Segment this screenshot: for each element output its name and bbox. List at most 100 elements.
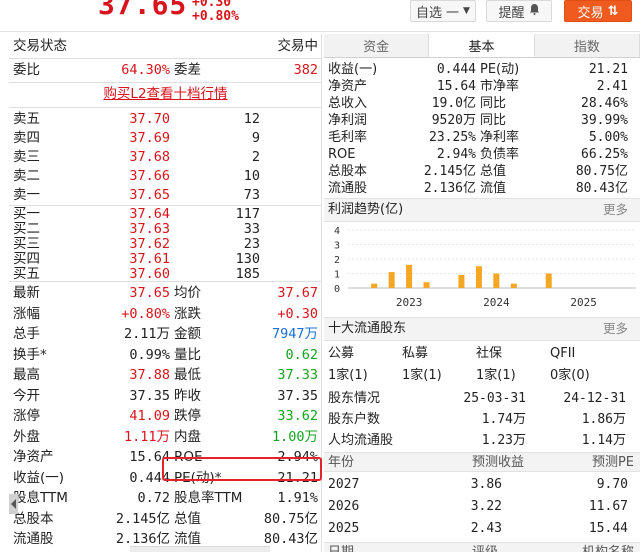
bid-level-label: 买二 — [13, 221, 40, 237]
info-panel: 资金 基本 指数 收益(一) 0.444 PE(动) 21.21 净资产 15.64 市净率… — [324, 34, 640, 552]
stat-label: 股息率TTM — [174, 490, 243, 506]
bid-volume: 33 — [243, 221, 260, 237]
watchlist-button[interactable]: 自选 一 ▼ — [410, 0, 476, 22]
ask-level-label: 卖一 — [13, 187, 40, 203]
stat-value: 7947万 — [271, 326, 318, 342]
holders-type-row: 公募 私募 社保 QFII — [324, 344, 634, 364]
bid-level-label: 买五 — [13, 266, 40, 282]
holders-title: 十大流通股东 — [328, 321, 407, 336]
rating-org-head: 机构名称 — [582, 543, 634, 552]
fund-value: 5.00% — [588, 130, 628, 145]
tab-funds[interactable]: 资金 — [324, 34, 430, 57]
profit-bar — [423, 282, 430, 288]
holder-count: 1家(1) — [476, 368, 516, 383]
bid-level-row[interactable]: 买一 37.64 117 — [9, 207, 322, 222]
collapse-handle[interactable] — [9, 494, 18, 514]
y-tick-label: 0 — [334, 284, 340, 295]
y-tick-label: 4 — [334, 226, 340, 237]
tab-index[interactable]: 指数 — [535, 34, 640, 57]
bid-volume: 23 — [243, 236, 260, 252]
holder-info-value: 1.23万 — [481, 433, 526, 448]
quote-stat-row: 涨幅 +0.80% 涨跌 +0.30 — [9, 304, 322, 324]
forecast-eps: 2.43 — [470, 521, 502, 536]
buy-l2-link[interactable]: 购买L2查看十档行情 — [103, 86, 227, 102]
ask-level-row[interactable]: 卖一 37.65 73 — [9, 185, 322, 205]
fund-label: 毛利率 — [328, 130, 368, 145]
holder-info-value: 1.86万 — [581, 412, 626, 427]
bid-level-row[interactable]: 买五 37.60 185 — [9, 267, 322, 282]
profit-bar — [458, 274, 465, 288]
stat-label: 总股本 — [13, 510, 54, 527]
trade-button[interactable]: 交易 ⇅ — [564, 0, 632, 22]
stat-value: 0.99% — [129, 346, 170, 363]
forecast-row: 2026 3.22 11.67 — [324, 496, 634, 517]
fund-label: 总值 — [480, 164, 507, 179]
y-tick-label: 1 — [334, 270, 340, 281]
ask-level-row[interactable]: 卖五 37.70 12 — [9, 109, 322, 129]
bid-level-row[interactable]: 买四 37.61 130 — [9, 252, 322, 267]
rating-date-head: 日期 — [328, 543, 354, 552]
l2-link-row: 购买L2查看十档行情 — [9, 84, 322, 104]
stat-label: 最高 — [13, 367, 40, 383]
stat-label: 涨停 — [13, 408, 40, 424]
stat-label: 换手* — [13, 346, 47, 363]
rating-header: 日期 评级 机构名称 — [324, 542, 640, 552]
fund-label: PE(动) — [480, 62, 520, 77]
quote-stat-row: 最高 37.88 最低 37.33 — [9, 365, 322, 385]
ask-price: 37.70 — [129, 111, 170, 127]
quote-header: 37.65 +0.30 +0.80% 自选 一 ▼ 提醒 交易 ⇅ — [0, 0, 640, 32]
stat-value: 1.91% — [277, 490, 318, 506]
profit-trend-title: 利润趋势(亿) — [328, 202, 404, 217]
bid-level-row[interactable]: 买二 37.63 33 — [9, 222, 322, 237]
bid-level-label: 买三 — [13, 236, 40, 252]
weicha-value: 382 — [293, 62, 318, 78]
stat-value: 2.145亿 — [115, 510, 170, 527]
fund-label: 净资产 — [328, 79, 368, 94]
fund-value: 80.43亿 — [575, 181, 628, 196]
fundamental-row: 收益(一) 0.444 PE(动) 21.21 — [324, 61, 634, 78]
holder-info-label: 人均流通股 — [328, 433, 394, 448]
fund-value: 9520万 — [431, 113, 476, 128]
weibi-value: 64.30% — [121, 62, 170, 78]
stat-value: 37.33 — [277, 367, 318, 383]
tab-fundamentals[interactable]: 基本 — [429, 34, 535, 57]
bid-volume: 185 — [235, 266, 260, 282]
stat-value: +0.30 — [277, 305, 318, 322]
holders-more-link[interactable]: 更多 — [603, 318, 628, 340]
remind-button[interactable]: 提醒 — [486, 0, 552, 22]
ask-level-row[interactable]: 卖二 37.66 10 — [9, 166, 322, 186]
stat-label: 收益(一) — [13, 469, 65, 486]
ask-level-row[interactable]: 卖三 37.68 2 — [9, 147, 322, 167]
fund-label: 同比 — [480, 96, 507, 111]
fundamental-row: 流通股 2.136亿 流值 80.43亿 — [324, 180, 634, 197]
stat-label: 量比 — [174, 346, 201, 363]
bid-level-label: 买一 — [13, 206, 40, 222]
bid-volume: 130 — [235, 251, 260, 267]
ask-volume: 73 — [243, 187, 260, 203]
stat-value: 2.11万 — [123, 326, 170, 342]
fund-value: 0.444 — [436, 62, 476, 77]
stat-value: +0.80% — [121, 305, 170, 322]
bid-price: 37.62 — [129, 236, 170, 252]
status-label: 交易状态 — [13, 38, 67, 54]
forecast-row: 2025 2.43 15.44 — [324, 518, 634, 539]
holder-info-value: 1.74万 — [481, 412, 526, 427]
fund-value: 2.41 — [596, 79, 628, 94]
fund-value: 2.145亿 — [423, 164, 476, 179]
bid-level-row[interactable]: 买三 37.62 23 — [9, 237, 322, 252]
profit-more-link[interactable]: 更多 — [603, 199, 628, 221]
stat-value: 41.09 — [129, 408, 170, 424]
pe-highlight-box — [162, 457, 322, 481]
horizontal-scrollbar[interactable] — [130, 546, 270, 552]
rating-grade-head: 评级 — [472, 543, 498, 552]
stat-label: 昨收 — [174, 387, 201, 404]
ask-volume: 10 — [243, 168, 260, 184]
holders-info-row: 人均流通股 1.23万 1.14万 — [324, 431, 634, 451]
holder-count: 0家(0) — [550, 368, 590, 383]
ask-level-row[interactable]: 卖四 37.69 9 — [9, 128, 322, 148]
holder-type: 公募 — [328, 346, 355, 361]
holder-info-value: 1.14万 — [581, 433, 626, 448]
x-tick-label: 2023 — [396, 296, 423, 309]
weicha-label: 委差 — [174, 62, 201, 78]
holder-type: 私募 — [402, 346, 429, 361]
